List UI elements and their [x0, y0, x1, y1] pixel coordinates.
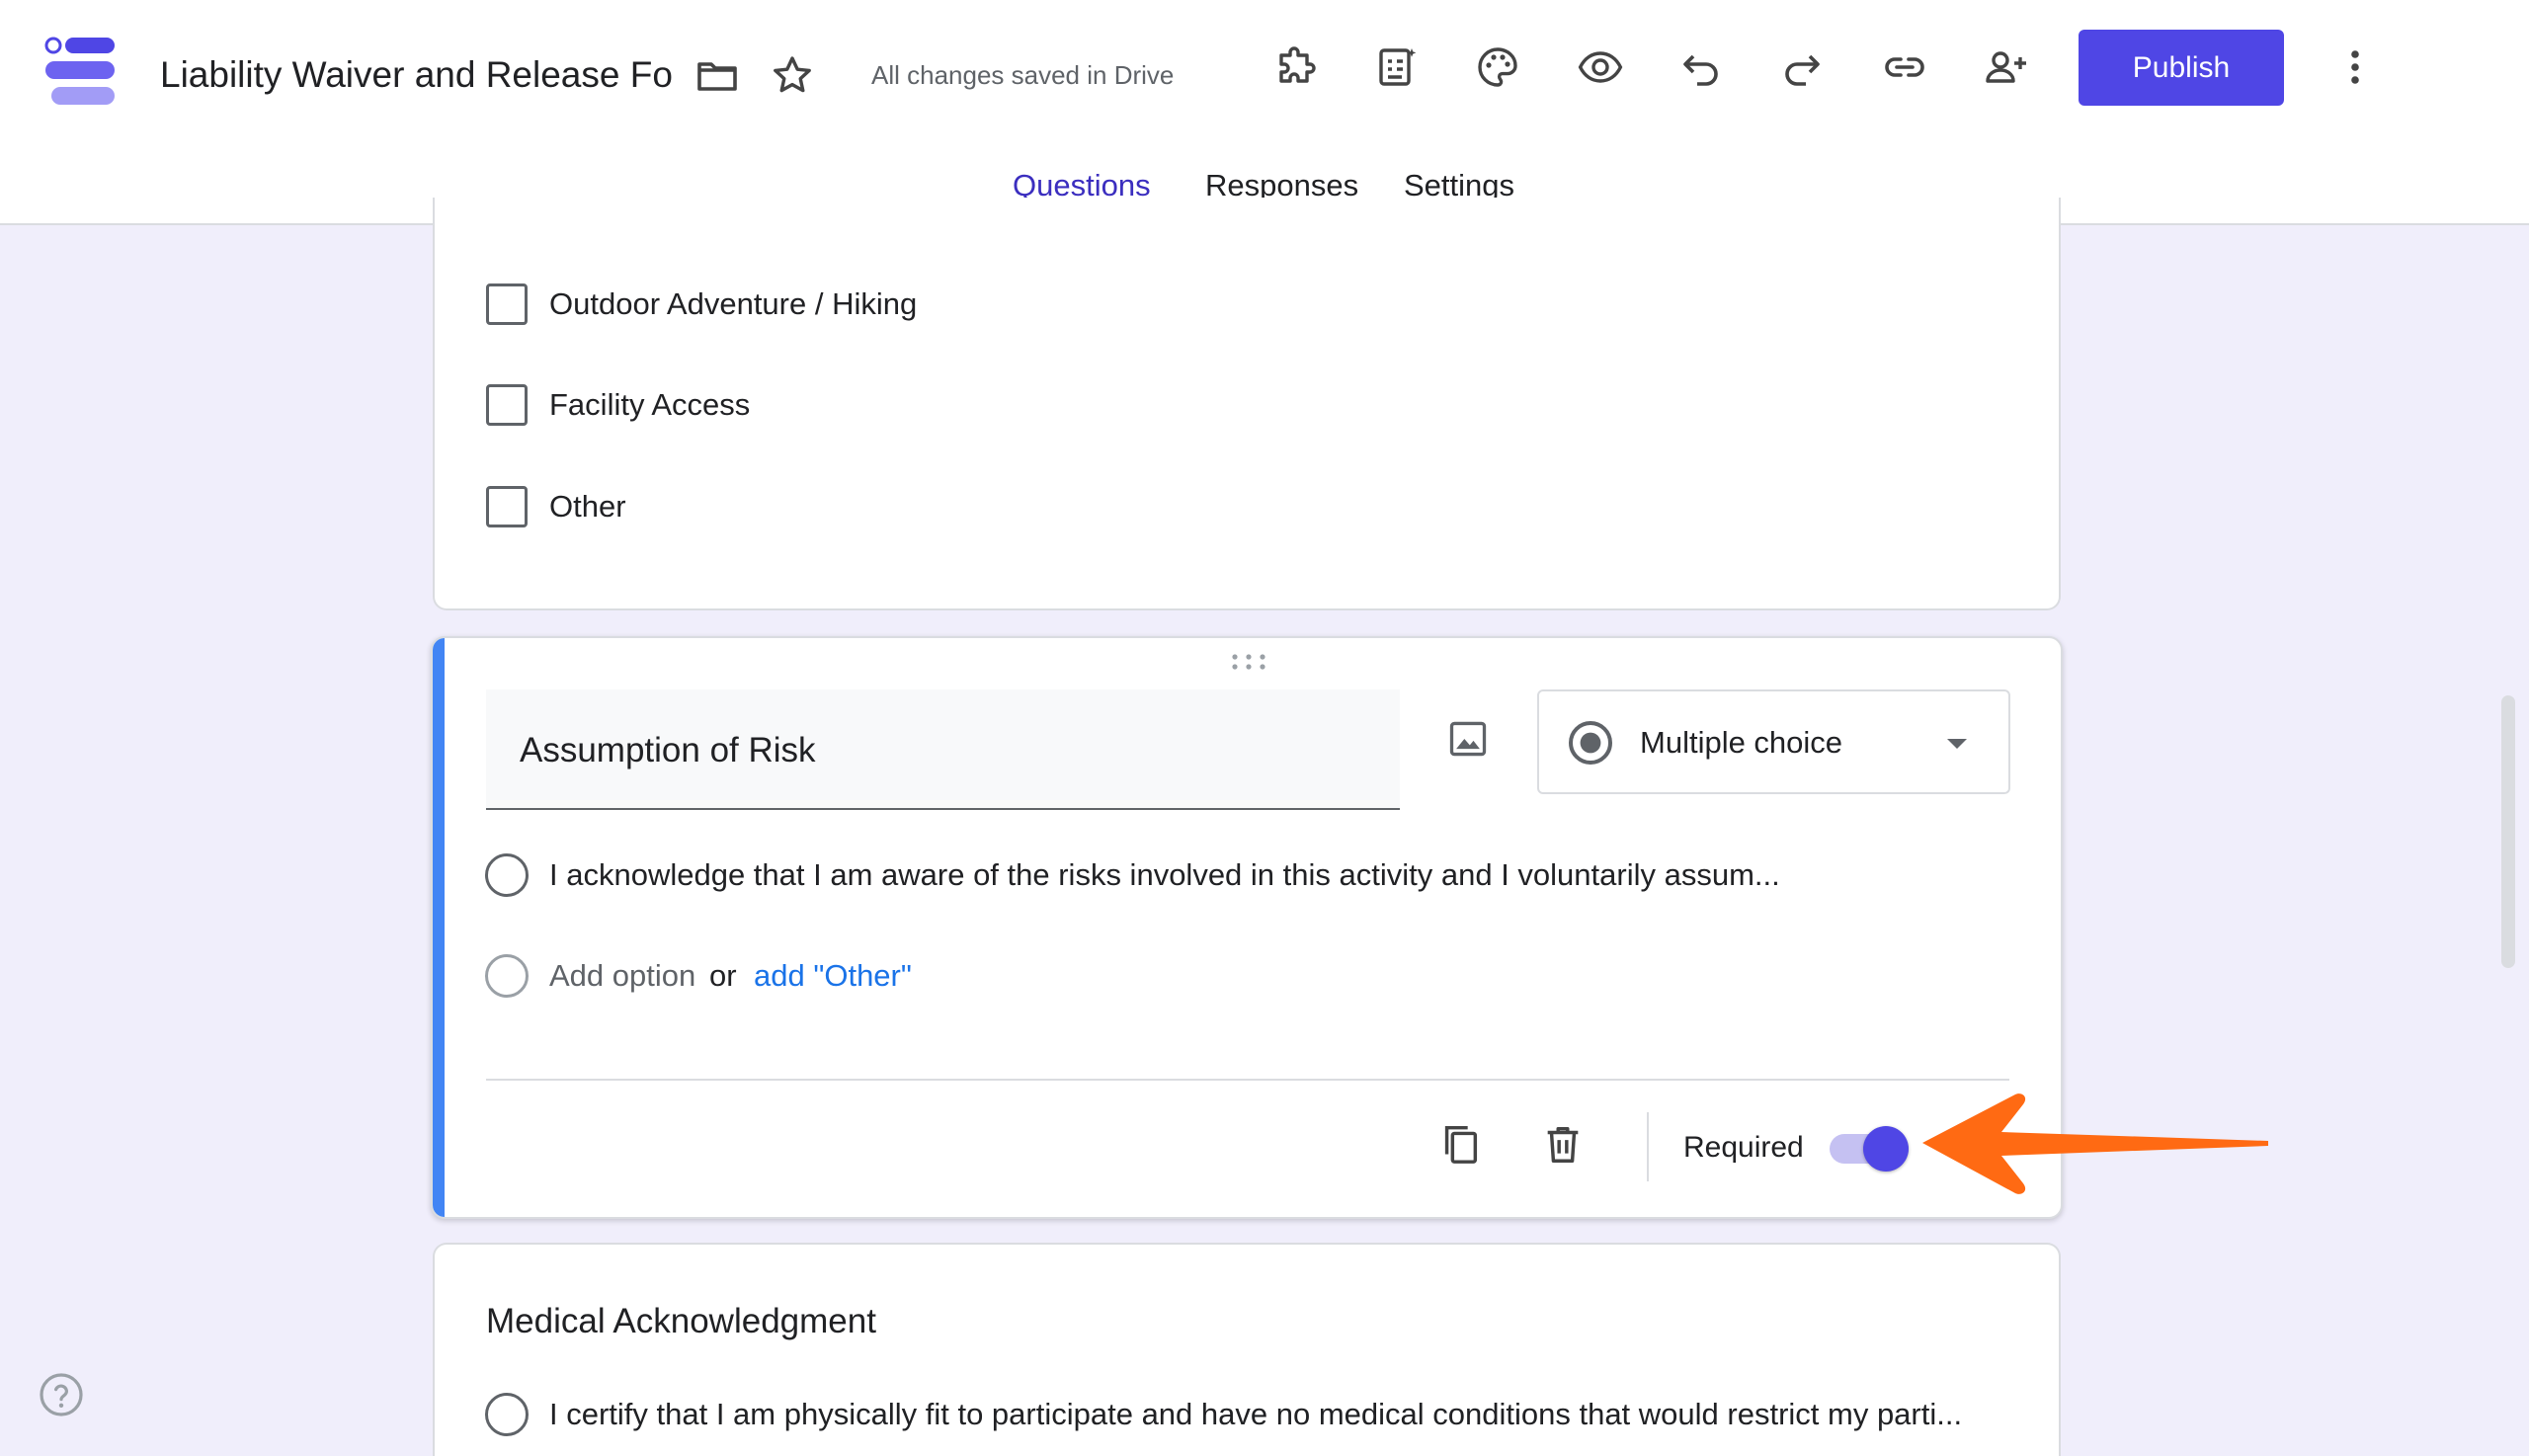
option-label: Facility Access [549, 387, 751, 422]
redo-icon[interactable] [1766, 32, 1837, 103]
required-label: Required [1683, 1131, 1804, 1164]
dropdown-arrow-icon [1947, 739, 1967, 749]
link-icon[interactable] [1869, 32, 1940, 103]
required-toggle-knob[interactable] [1863, 1126, 1909, 1172]
radio-option-placeholder [485, 954, 529, 998]
form-title[interactable]: Liability Waiver and Release Fo [160, 49, 682, 101]
checkbox-option[interactable] [486, 384, 528, 426]
forms-logo-icon[interactable] [43, 36, 117, 109]
or-text: or [709, 958, 737, 993]
checkbox-option[interactable] [486, 486, 528, 527]
palette-icon[interactable] [1462, 32, 1533, 103]
save-status: All changes saved in Drive [871, 60, 1175, 90]
active-card-accent [433, 638, 445, 1217]
ai-generate-icon[interactable] [1361, 32, 1432, 103]
add-option-button[interactable]: Add option [549, 956, 695, 996]
folder-icon[interactable] [682, 40, 753, 111]
option-label: I certify that I am physically fit to pa… [549, 1397, 1963, 1431]
radio-option[interactable] [485, 1393, 529, 1436]
drag-handle-icon[interactable] [1229, 652, 1268, 672]
question-type-select[interactable]: Multiple choice [1537, 689, 2010, 794]
addon-icon[interactable] [1261, 32, 1332, 103]
more-vert-icon[interactable] [2320, 32, 2391, 103]
question-title: Medical Acknowledgment [486, 1302, 876, 1340]
footer-vertical-divider [1647, 1112, 1649, 1181]
orange-arrow-annotation [1922, 1093, 2268, 1194]
checkbox-option[interactable] [486, 283, 528, 325]
radio-option[interactable] [485, 853, 529, 897]
preview-icon[interactable] [1565, 32, 1636, 103]
option-label: Other [549, 489, 626, 524]
question-type-label: Multiple choice [1640, 725, 1843, 760]
star-icon[interactable] [757, 40, 828, 111]
question-title-text: Assumption of Risk [520, 731, 816, 769]
app-header: Liability Waiver and Release Fo All chan… [0, 0, 2529, 225]
undo-icon[interactable] [1666, 32, 1737, 103]
option-label[interactable]: I acknowledge that I am aware of the ris… [549, 855, 1780, 895]
duplicate-icon[interactable] [1430, 1114, 1490, 1173]
add-other-link[interactable]: add "Other" [754, 956, 912, 996]
add-collaborator-icon[interactable] [1970, 32, 2041, 103]
publish-button[interactable]: Publish [2079, 30, 2284, 106]
card-footer-divider [486, 1079, 2009, 1081]
radio-type-icon [1569, 721, 1612, 765]
question-title-input[interactable]: Assumption of Risk [486, 689, 1400, 810]
delete-icon[interactable] [1533, 1114, 1592, 1173]
option-label: Outdoor Adventure / Hiking [549, 286, 918, 321]
help-icon[interactable] [38, 1371, 85, 1418]
scrollbar-thumb[interactable] [2501, 695, 2515, 968]
add-image-icon[interactable] [1438, 709, 1498, 768]
